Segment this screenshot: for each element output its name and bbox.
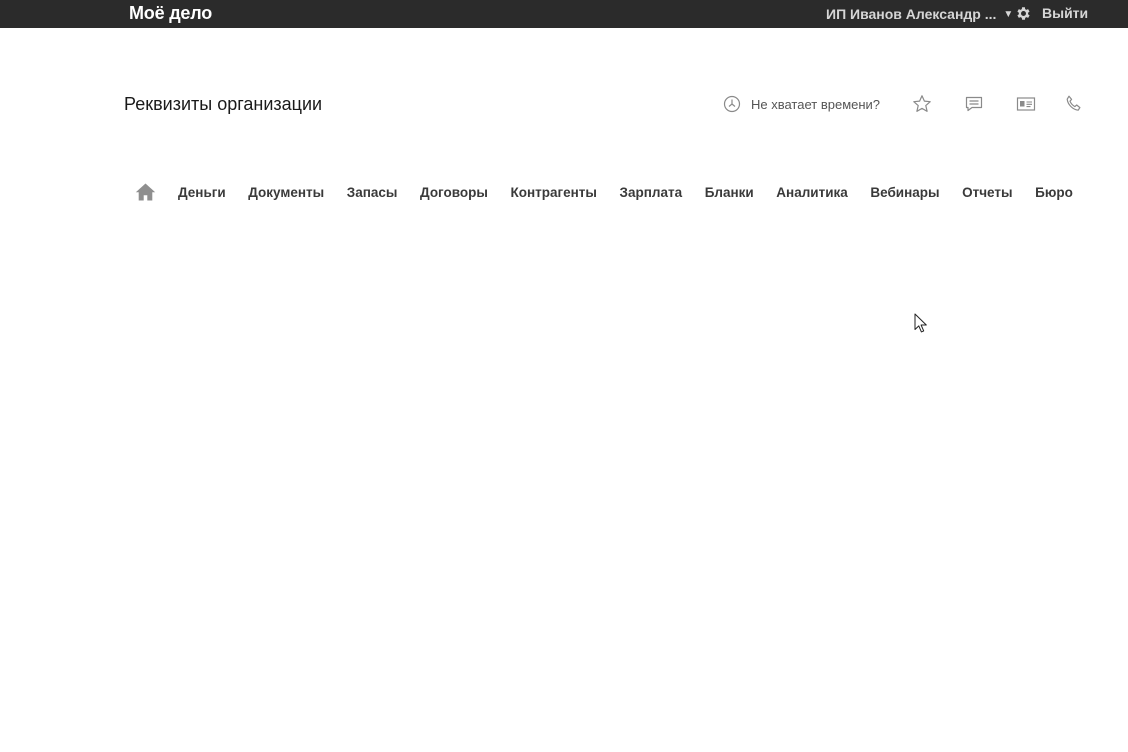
logout-button[interactable]: Выйти [1042, 0, 1088, 28]
nav-item-contracts[interactable]: Договоры [420, 185, 488, 200]
nav-item-analytics[interactable]: Аналитика [776, 185, 847, 200]
nav-item-counterparties[interactable]: Контрагенты [511, 185, 597, 200]
help-label: Не хватает времени? [751, 96, 881, 112]
user-name: ИП Иванов Александр ... [826, 6, 997, 22]
top-bar: Моё дело ИП Иванов Александр ... ▼ Выйти [0, 0, 1128, 28]
nav-item-documents[interactable]: Документы [248, 185, 324, 200]
nav-item-bureau[interactable]: Бюро [1035, 185, 1073, 200]
clock-icon [723, 95, 741, 113]
star-icon[interactable] [912, 94, 932, 114]
gear-icon[interactable] [1015, 5, 1032, 22]
phone-icon[interactable] [1064, 94, 1084, 114]
chevron-down-icon: ▼ [1003, 8, 1014, 20]
user-menu[interactable]: ИП Иванов Александр ... ▼ [826, 0, 1013, 28]
nav-item-salary[interactable]: Зарплата [620, 185, 683, 200]
home-icon[interactable] [135, 182, 156, 202]
mouse-cursor-icon [914, 313, 927, 333]
nav-item-reports[interactable]: Отчеты [962, 185, 1012, 200]
nav-item-forms[interactable]: Бланки [705, 185, 754, 200]
nav-item-stock[interactable]: Запасы [347, 185, 398, 200]
chat-icon[interactable] [964, 94, 984, 114]
contact-card-icon[interactable] [1016, 94, 1036, 114]
page-title: Реквизиты организации [124, 94, 323, 114]
nav-item-webinars[interactable]: Вебинары [870, 185, 939, 200]
app-logo[interactable]: Моё дело [129, 3, 212, 23]
help-link[interactable]: Не хватает времени? [723, 94, 880, 114]
nav-item-money[interactable]: Деньги [178, 185, 226, 200]
main-nav: Деньги Документы Запасы Договоры Контраг… [135, 181, 1073, 203]
